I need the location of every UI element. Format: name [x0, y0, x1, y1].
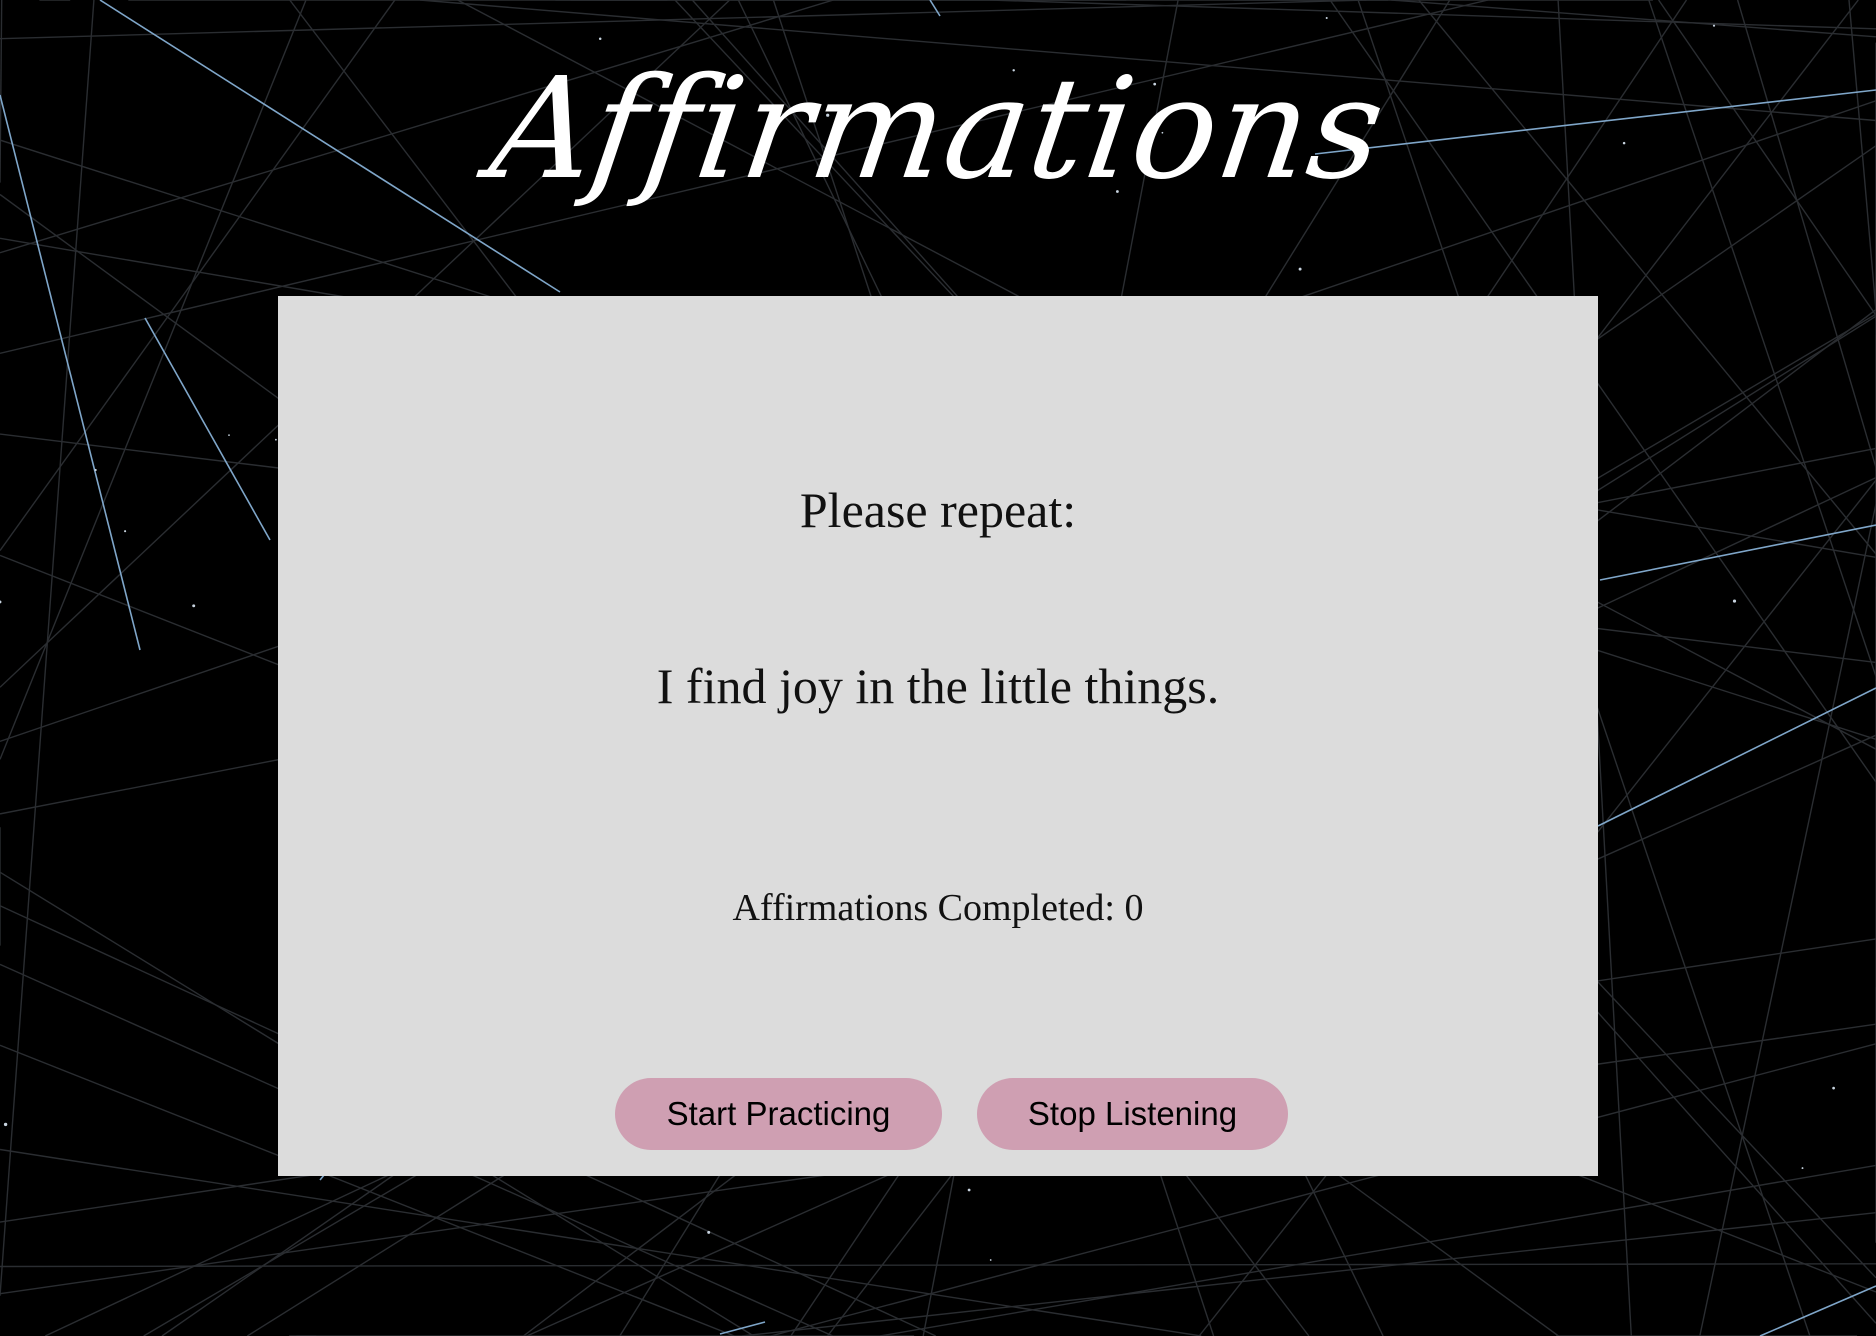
star: [967, 1188, 971, 1192]
star: [1298, 267, 1302, 271]
repeat-prompt: Please repeat:: [799, 482, 1077, 538]
background-line: [879, 1164, 1876, 1336]
background-line: [1391, 0, 1876, 38]
stop-listening-button[interactable]: Stop Listening: [977, 1078, 1288, 1150]
page-title: Affirmations: [481, 48, 1395, 211]
affirmation-card: Please repeat: I find joy in the little …: [278, 296, 1598, 1176]
background-line: [1699, 503, 1876, 1336]
star: [275, 438, 277, 441]
completed-label: Affirmations Completed:: [732, 887, 1125, 929]
star: [124, 530, 127, 533]
star: [94, 468, 97, 472]
background-line: [989, 0, 1876, 30]
background-line: [0, 1263, 1876, 1268]
star: [1712, 24, 1716, 27]
background-line: [741, 1212, 1876, 1336]
affirmations-completed-counter: Affirmations Completed: 0: [278, 886, 1598, 930]
star: [989, 1259, 992, 1261]
star: [1732, 599, 1737, 603]
affirmation-text: I find joy in the little things.: [656, 658, 1220, 714]
completed-count: 0: [1124, 887, 1144, 929]
star: [1325, 16, 1328, 20]
star: [3, 1122, 8, 1127]
star: [707, 1230, 711, 1234]
star: [228, 434, 230, 436]
background-line: [0, 1148, 1202, 1336]
start-practicing-button[interactable]: Start Practicing: [615, 1078, 942, 1150]
star: [1832, 1086, 1835, 1090]
star: [1801, 1167, 1804, 1170]
star: [0, 600, 2, 604]
background-line: [0, 0, 1367, 40]
star: [192, 604, 196, 608]
